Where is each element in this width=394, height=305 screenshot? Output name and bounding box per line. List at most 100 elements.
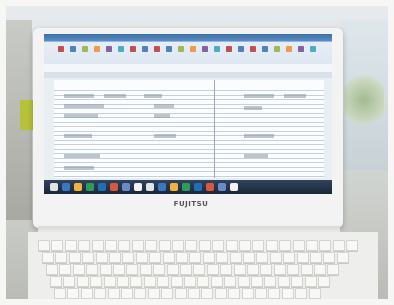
keyboard-key xyxy=(117,276,129,287)
keyboard-key xyxy=(103,276,116,287)
keyboard-key xyxy=(268,288,281,299)
keyboard-key xyxy=(193,264,206,275)
keyboard-key xyxy=(72,264,85,275)
ribbon-icon xyxy=(274,46,280,52)
ribbon-icon xyxy=(214,46,220,52)
keyboard-key xyxy=(157,276,170,287)
keyboard-key xyxy=(64,240,77,251)
ribbon-icon xyxy=(130,46,136,52)
taskbar-icon xyxy=(122,183,130,191)
keyboard-key xyxy=(189,252,202,263)
grid-line xyxy=(54,126,324,127)
keyboard-key xyxy=(247,264,259,275)
keyboard-key xyxy=(220,264,233,275)
keyboard-key xyxy=(42,252,54,263)
keyboard-key xyxy=(255,288,267,299)
keyboard-key xyxy=(306,240,318,251)
keyboard-key xyxy=(166,264,179,275)
ribbon-icon xyxy=(202,46,208,52)
keyboard-key xyxy=(99,264,112,275)
grid-line xyxy=(54,171,324,172)
keyboard-key xyxy=(95,252,108,263)
keyboard-key xyxy=(80,288,93,299)
keyboard-key xyxy=(308,288,321,299)
grid-line xyxy=(54,144,324,145)
keyboard-key xyxy=(67,288,80,299)
keyboard-key xyxy=(300,264,313,275)
keyboard-key xyxy=(212,240,225,251)
ribbon-icon xyxy=(178,46,184,52)
keyboard-key xyxy=(202,252,215,263)
taskbar xyxy=(44,180,332,194)
taskbar-icon xyxy=(74,183,82,191)
cell-content xyxy=(64,94,94,98)
keyboard-key xyxy=(50,276,62,287)
keyboard-key xyxy=(94,288,107,299)
keyboard-key xyxy=(279,240,292,251)
keyboard-key xyxy=(310,252,322,263)
ribbon-icon xyxy=(94,46,100,52)
keyboard-key xyxy=(46,264,58,275)
keyboard-key xyxy=(269,252,282,263)
grid-line xyxy=(54,135,324,136)
keyboard-key xyxy=(149,252,162,263)
cell-content xyxy=(244,154,268,158)
grid-line xyxy=(54,130,324,132)
laptop-screen xyxy=(44,34,332,194)
keyboard-key xyxy=(82,252,95,263)
keyboard-key xyxy=(131,240,144,251)
keyboard-key xyxy=(252,240,265,251)
taskbar-icon xyxy=(134,183,142,191)
keyboard-key xyxy=(239,240,251,251)
keyboard-key xyxy=(197,276,210,287)
keyboard-key xyxy=(224,276,237,287)
keyboard-key xyxy=(68,252,81,263)
keyboard-key xyxy=(63,276,76,287)
keyboard-key xyxy=(304,276,317,287)
ribbon-icon xyxy=(70,46,76,52)
keyboard-key xyxy=(91,240,104,251)
keyboard-key xyxy=(135,252,148,263)
keyboard-key xyxy=(277,276,290,287)
keyboard-key xyxy=(198,240,211,251)
cell-content xyxy=(244,134,274,138)
keyboard-key xyxy=(237,276,250,287)
grid-line xyxy=(54,175,324,177)
keyboard-key xyxy=(243,252,255,263)
taskbar-icon xyxy=(110,183,118,191)
cell-content xyxy=(64,154,100,158)
keyboard-key xyxy=(346,240,359,251)
keyboard-key xyxy=(296,252,309,263)
taskbar-icon xyxy=(98,183,106,191)
keyboard-key xyxy=(118,240,131,251)
ribbon-icon xyxy=(250,46,256,52)
cell-content xyxy=(284,94,306,98)
sheet-divider xyxy=(214,80,215,178)
keyboard-key xyxy=(158,240,171,251)
keyboard-key xyxy=(319,240,332,251)
keyboard-key xyxy=(256,252,269,263)
keyboard-key xyxy=(147,288,160,299)
keyboard-key xyxy=(332,240,345,251)
keyboard-key xyxy=(86,264,99,275)
cell-content xyxy=(64,134,92,138)
keyboard-key xyxy=(251,276,263,287)
keyboard-key xyxy=(283,252,296,263)
keyboard-key xyxy=(122,252,135,263)
keyboard-key xyxy=(184,276,196,287)
cell-content xyxy=(244,94,274,98)
keyboard-key xyxy=(38,240,50,251)
keyboard-key xyxy=(265,240,278,251)
grid-line xyxy=(54,162,324,163)
keyboard-key xyxy=(292,240,305,251)
keyboard-key xyxy=(145,240,158,251)
taskbar-icon xyxy=(194,183,202,191)
keyboard-key xyxy=(51,240,64,251)
keyboard-key xyxy=(172,240,184,251)
keyboard-key xyxy=(174,288,187,299)
grid-line xyxy=(54,166,324,168)
keyboard-key xyxy=(143,276,156,287)
ribbon-icon xyxy=(142,46,148,52)
keyboard-key xyxy=(241,288,254,299)
cell-content xyxy=(64,104,104,108)
